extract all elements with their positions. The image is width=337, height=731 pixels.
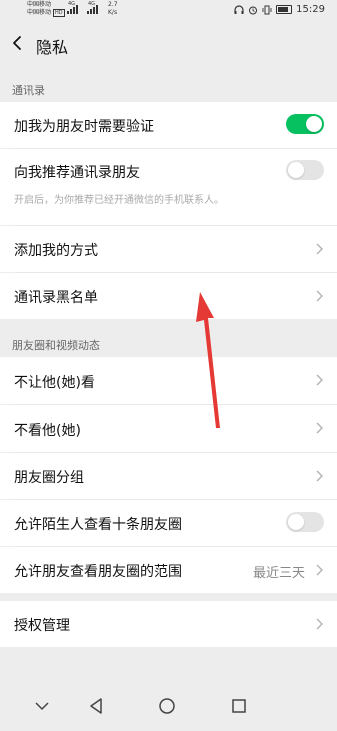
visible-range-value: 最近三天	[252, 566, 305, 581]
annotation-arrow-icon	[196, 292, 220, 428]
chevron-right-icon	[316, 290, 323, 302]
chevron-right-icon	[316, 374, 323, 386]
require-verification-toggle[interactable]	[286, 114, 324, 134]
authorization-row[interactable]: 授权管理	[0, 601, 337, 647]
battery-icon	[276, 5, 293, 14]
blacklist-label: 通讯录黑名单	[14, 290, 98, 306]
system-nav-bar	[0, 683, 337, 731]
dont-see-row[interactable]: 不看他(她)	[0, 405, 337, 452]
speed-unit: K/s	[108, 9, 118, 16]
allow-strangers-toggle[interactable]	[286, 512, 324, 532]
header: 隐私	[0, 22, 337, 66]
toggle-knob	[288, 514, 304, 530]
dont-see-label: 不看他(她)	[14, 423, 81, 439]
carrier-name-2: 中国移动	[27, 9, 52, 16]
allow-strangers-label: 允许陌生人查看十条朋友圈	[14, 517, 182, 533]
chevron-down-icon[interactable]	[34, 700, 50, 712]
moments-groups-row[interactable]: 朋友圈分组	[0, 453, 337, 499]
recommend-contacts-row: 向我推荐通讯录朋友 开启后，为你推荐已经开通微信的手机联系人。	[0, 149, 337, 225]
moments-groups-label: 朋友圈分组	[14, 470, 84, 486]
recommend-contacts-label: 向我推荐通讯录朋友	[14, 165, 140, 181]
recommend-contacts-description: 开启后，为你推荐已经开通微信的手机联系人。	[14, 195, 224, 206]
home-circle-icon[interactable]	[158, 697, 176, 715]
blacklist-row[interactable]: 通讯录黑名单	[0, 273, 337, 319]
visible-range-label: 允许朋友查看朋友圈的范围	[14, 564, 182, 580]
alarm-icon	[249, 6, 258, 14]
section-label-moments: 朋友圈和视频动态	[12, 339, 100, 352]
toggle-knob	[288, 162, 304, 178]
chevron-right-icon	[316, 243, 323, 255]
speed-value: 2.7	[108, 1, 118, 8]
hide-from-row[interactable]: 不让他(她)看	[0, 357, 337, 404]
back-triangle-icon[interactable]	[88, 697, 104, 715]
section-label-contacts: 通讯录	[12, 84, 45, 97]
hide-from-label: 不让他(她)看	[14, 375, 95, 391]
carrier-info: 中国移动 中国移动 HD	[27, 1, 65, 17]
chevron-right-icon	[316, 564, 323, 576]
add-methods-label: 添加我的方式	[14, 243, 98, 259]
status-bar: 中国移动 中国移动 HD 4G 4G 2.7 K/s 15:29	[0, 0, 337, 22]
vibrate-icon	[262, 5, 272, 14]
recommend-contacts-toggle[interactable]	[286, 160, 324, 180]
require-verification-row: 加我为朋友时需要验证	[0, 102, 337, 148]
recents-square-icon[interactable]	[231, 698, 247, 714]
chevron-right-icon	[316, 618, 323, 630]
add-methods-row[interactable]: 添加我的方式	[0, 226, 337, 272]
headphones-icon	[234, 4, 244, 14]
authorization-label: 授权管理	[14, 618, 70, 634]
toggle-knob	[306, 116, 322, 132]
clock: 15:29	[296, 4, 325, 15]
allow-strangers-row: 允许陌生人查看十条朋友圈	[0, 500, 337, 546]
network-speed: 2.7 K/s	[108, 1, 118, 17]
chevron-right-icon	[316, 422, 323, 434]
page-title: 隐私	[36, 38, 69, 57]
hd-badge: HD	[52, 9, 65, 17]
signal-icon	[87, 5, 98, 14]
visible-range-row[interactable]: 允许朋友查看朋友圈的范围 最近三天	[0, 547, 337, 593]
chevron-left-icon[interactable]	[8, 32, 28, 54]
status-icons: 15:29	[234, 4, 325, 15]
chevron-right-icon	[316, 470, 323, 482]
require-verification-label: 加我为朋友时需要验证	[14, 119, 154, 135]
carrier-name-1: 中国移动	[27, 1, 52, 8]
signal-icon	[67, 5, 78, 14]
